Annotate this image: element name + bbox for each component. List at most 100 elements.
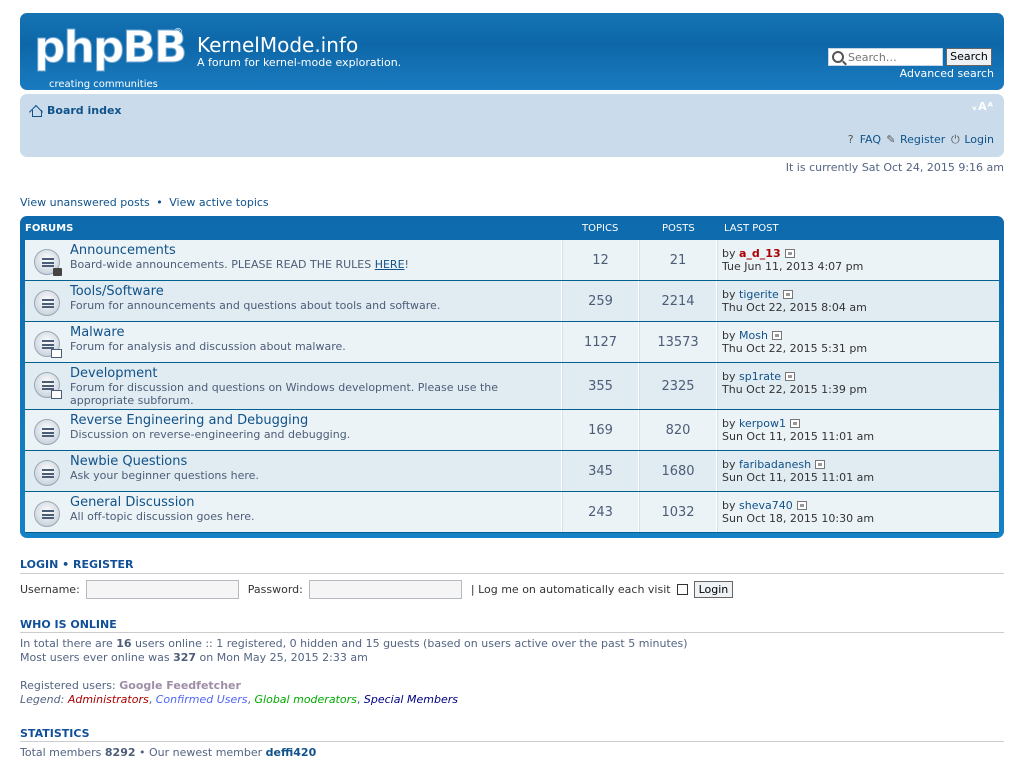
divider: [20, 573, 1004, 574]
topic-count: 1127: [562, 322, 639, 362]
board-index-link[interactable]: Board index: [47, 104, 122, 117]
legend-special-members[interactable]: Special Members: [364, 693, 458, 706]
last-post-user[interactable]: sheva740: [739, 499, 793, 512]
forum-read-icon: [34, 460, 60, 486]
login-form: Username: Password: | Log me on automati…: [20, 580, 734, 599]
login-link[interactable]: ⏻ Login: [949, 133, 994, 146]
view-latest-post-icon[interactable]: [782, 290, 793, 299]
view-latest-post-icon[interactable]: [784, 249, 795, 258]
faq-link[interactable]: ? FAQ: [845, 133, 881, 146]
last-post-user[interactable]: tigerite: [739, 288, 779, 301]
view-latest-post-icon[interactable]: [789, 419, 800, 428]
phpbb-logo[interactable]: phpBB ® creating communities: [33, 24, 187, 90]
forum-description: Forum for discussion and questions on Wi…: [70, 381, 499, 407]
search-input[interactable]: [848, 50, 940, 64]
legend-confirmed-users[interactable]: Confirmed Users: [156, 693, 248, 706]
last-post-cell: by faribadanesh Sun Oct 11, 2015 11:01 a…: [717, 451, 999, 491]
who-is-online-heading[interactable]: WHO IS ONLINE: [20, 618, 117, 631]
forum-title-link[interactable]: General Discussion: [70, 492, 561, 510]
search-button[interactable]: Search: [946, 48, 992, 66]
password-field[interactable]: [308, 580, 462, 599]
active-topics-link[interactable]: View active topics: [169, 196, 268, 209]
forum-description: All off-topic discussion goes here.: [70, 510, 255, 523]
navbar: Board index ᵥAᴬ ? FAQ ✎ Register ⏻ Login: [20, 94, 1004, 157]
last-post-user[interactable]: kerpow1: [739, 417, 786, 430]
unanswered-posts-link[interactable]: View unanswered posts: [20, 196, 150, 209]
forum-title-link[interactable]: Announcements: [70, 240, 561, 258]
faq-icon: ?: [847, 132, 854, 146]
forum-cell: Malware Forum for analysis and discussio…: [25, 322, 562, 362]
post-count: 1680: [639, 451, 717, 491]
last-post-date: Tue Jun 11, 2013 4:07 pm: [722, 260, 864, 273]
last-post-cell: by sheva740 Sun Oct 18, 2015 10:30 am: [717, 492, 999, 532]
nav-links: ? FAQ ✎ Register ⏻ Login: [845, 133, 994, 146]
site-header: phpBB ® creating communities KernelMode.…: [20, 13, 1004, 90]
last-post-user[interactable]: a_d_13: [739, 247, 781, 260]
post-count: 1032: [639, 492, 717, 532]
post-count: 2214: [639, 281, 717, 321]
header-last-post: LAST POST: [724, 223, 779, 234]
forum-description: Ask your beginner questions here.: [70, 469, 259, 482]
forum-cell: Newbie Questions Ask your beginner quest…: [25, 451, 562, 491]
online-user[interactable]: Google Feedfetcher: [119, 679, 241, 692]
topic-count: 345: [562, 451, 639, 491]
login-register-heading[interactable]: LOGIN • REGISTER: [20, 558, 134, 571]
site-title[interactable]: KernelMode.info: [197, 33, 358, 57]
view-latest-post-icon[interactable]: [796, 501, 807, 510]
last-post-cell: by tigerite Thu Oct 22, 2015 8:04 am: [717, 281, 999, 321]
register-icon: ✎: [886, 132, 896, 146]
topic-count: 355: [562, 363, 639, 409]
forum-title-link[interactable]: Malware: [70, 322, 561, 340]
password-label: Password:: [247, 583, 303, 596]
topic-count: 12: [562, 240, 639, 280]
forum-row: Reverse Engineering and Debugging Discus…: [25, 410, 999, 451]
forum-title-link[interactable]: Newbie Questions: [70, 451, 561, 469]
breadcrumb[interactable]: Board index: [30, 104, 122, 117]
view-latest-post-icon[interactable]: [785, 372, 796, 381]
forum-title-link[interactable]: Development: [70, 363, 561, 381]
last-post-user[interactable]: Mosh: [739, 329, 768, 342]
forum-table: FORUMS TOPICS POSTS LAST POST Announceme…: [20, 216, 1004, 538]
separator: •: [156, 196, 163, 209]
registered-users: Registered users: Google Feedfetcher: [20, 679, 241, 692]
last-post-user[interactable]: sp1rate: [739, 370, 781, 383]
view-latest-post-icon[interactable]: [815, 460, 826, 469]
autologin-checkbox[interactable]: [676, 584, 688, 595]
newest-member-link[interactable]: deffi420: [266, 746, 317, 759]
search-input-wrapper[interactable]: [828, 48, 943, 66]
online-stats: In total there are 16 users online :: 1 …: [20, 637, 688, 664]
forum-row: Development Forum for discussion and que…: [25, 363, 999, 410]
statistics-text: Total members 8292 • Our newest member d…: [20, 746, 317, 759]
forum-rows: Announcements Board-wide announcements. …: [25, 240, 999, 533]
username-field[interactable]: [85, 580, 239, 599]
font-resize-icon[interactable]: ᵥAᴬ: [972, 100, 994, 113]
forum-title-link[interactable]: Tools/Software: [70, 281, 561, 299]
last-post-user[interactable]: faribadanesh: [739, 458, 811, 471]
site-description: A forum for kernel-mode exploration.: [197, 56, 402, 69]
post-count: 2325: [639, 363, 717, 409]
forum-cell: General Discussion All off-topic discuss…: [25, 492, 562, 532]
register-link[interactable]: ✎ Register: [885, 133, 945, 146]
forum-description: Discussion on reverse-engineering and de…: [70, 428, 351, 441]
last-post-cell: by Mosh Thu Oct 22, 2015 5:31 pm: [717, 322, 999, 362]
topic-count: 169: [562, 410, 639, 450]
divider: [20, 741, 1004, 742]
post-count: 21: [639, 240, 717, 280]
advanced-search-link[interactable]: Advanced search: [900, 67, 994, 80]
legend-administrators[interactable]: Administrators: [68, 693, 149, 706]
view-latest-post-icon[interactable]: [771, 331, 782, 340]
login-button[interactable]: Login: [693, 581, 734, 598]
forum-title-link[interactable]: Reverse Engineering and Debugging: [70, 410, 561, 428]
legend-global-moderators[interactable]: Global moderators: [255, 693, 357, 706]
forum-read-icon: [34, 501, 60, 527]
last-post-date: Thu Oct 22, 2015 1:39 pm: [722, 383, 868, 396]
logo-subtitle: creating communities: [49, 79, 158, 90]
post-count: 820: [639, 410, 717, 450]
header-topics: TOPICS: [582, 223, 619, 234]
forum-read-icon: [34, 290, 60, 316]
post-count: 13573: [639, 322, 717, 362]
current-time: It is currently Sat Oct 24, 2015 9:16 am: [785, 161, 1004, 174]
rules-link[interactable]: HERE: [375, 258, 405, 271]
forum-subforum-icon: [34, 331, 62, 358]
header-posts: POSTS: [662, 223, 695, 234]
